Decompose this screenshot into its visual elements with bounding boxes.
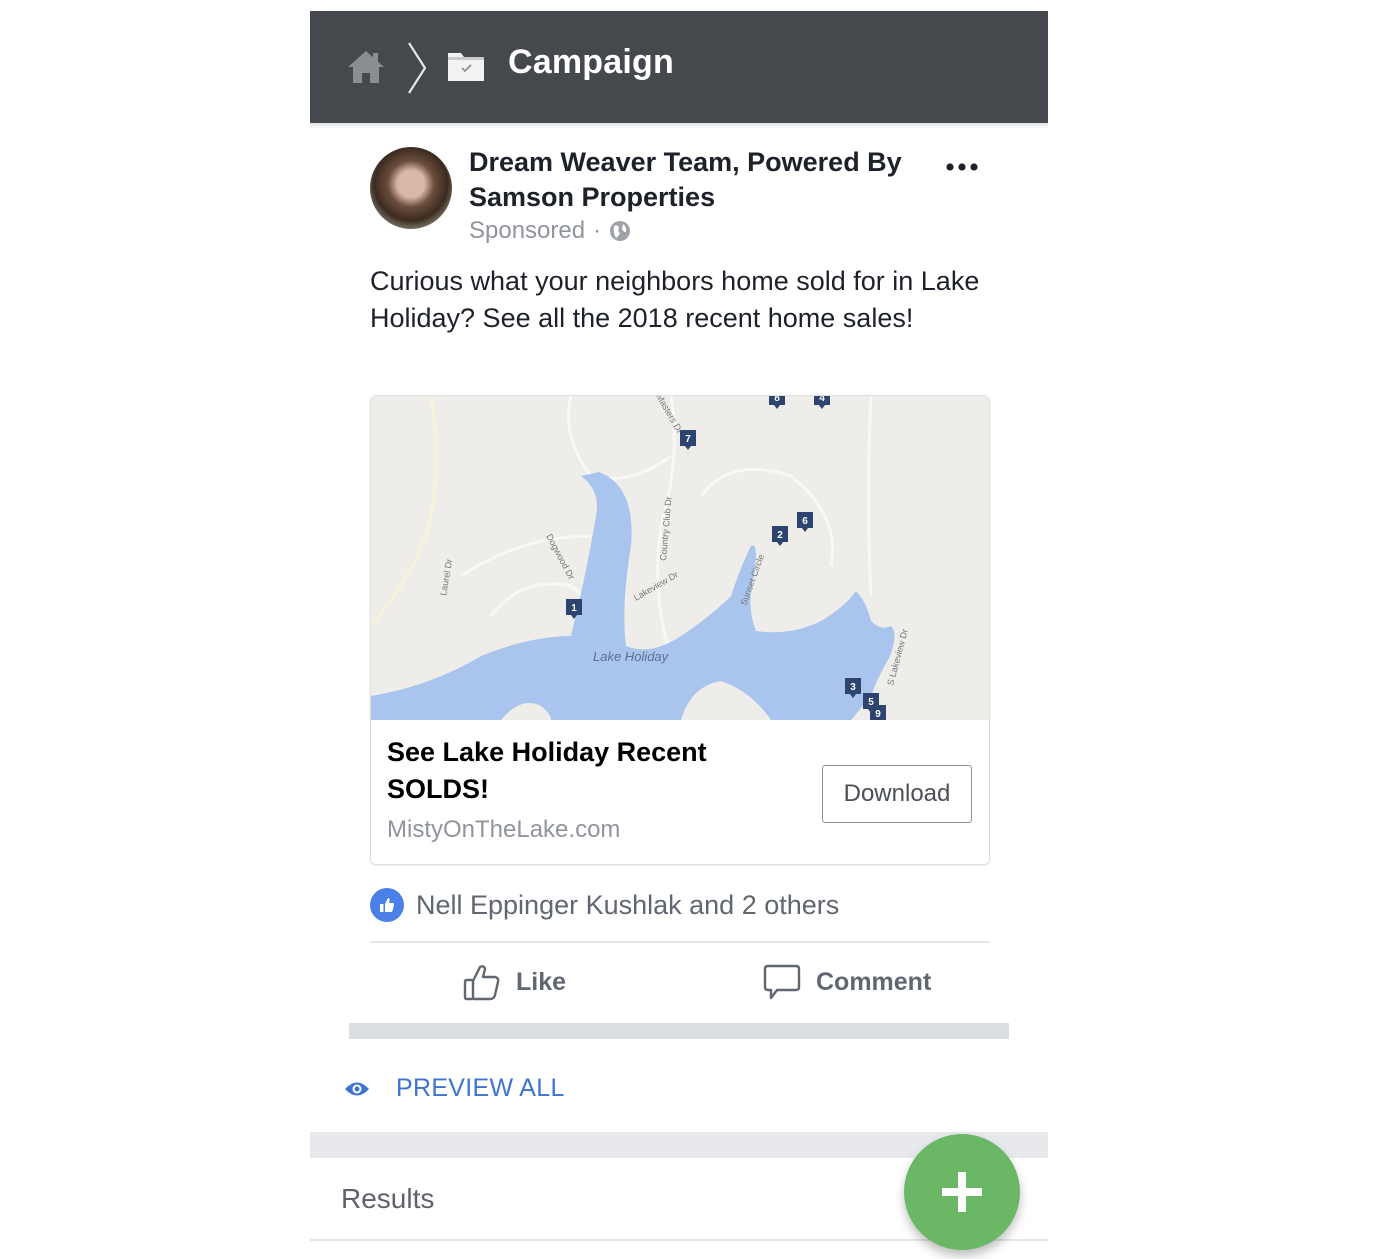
avatar[interactable] — [370, 147, 452, 229]
map-marker-label: 8 — [774, 396, 780, 404]
globe-icon — [610, 221, 631, 241]
post-author[interactable]: Dream Weaver Team, Powered By Samson Pro… — [469, 145, 929, 215]
eye-icon — [345, 1082, 369, 1095]
plus-icon — [942, 1172, 982, 1212]
reactions-text: Nell Eppinger Kushlak and 2 others — [416, 889, 840, 920]
map-image: Laurel Dr Dogwood Dr Country Club Dr Lak… — [371, 396, 989, 720]
map-marker-label: 2 — [777, 530, 783, 541]
sponsored-row: Sponsored · — [469, 217, 631, 245]
sponsored-label: Sponsored — [469, 217, 586, 244]
post-body-text: Curious what your neighbors home sold fo… — [370, 266, 980, 333]
map-marker-label: 4 — [819, 396, 825, 404]
comment-label: Comment — [816, 967, 932, 996]
divider — [370, 941, 990, 943]
top-bar: Campaign — [310, 11, 1048, 123]
topbar-shadow — [310, 123, 1048, 129]
reactions-row[interactable]: Nell Eppinger Kushlak and 2 others — [370, 885, 990, 925]
preview-all-label: PREVIEW ALL — [396, 1074, 565, 1102]
card-headline[interactable]: See Lake Holiday Recent SOLDS! — [387, 734, 747, 808]
download-button[interactable]: Download — [822, 765, 972, 823]
map-marker-label: 3 — [850, 682, 856, 693]
card-domain: MistyOnTheLake.com — [387, 816, 621, 843]
page-title: Campaign — [508, 43, 674, 81]
comment-button[interactable]: Comment — [762, 959, 931, 1005]
separator-dot: · — [593, 217, 602, 244]
card-info: See Lake Holiday Recent SOLDS! MistyOnTh… — [371, 720, 989, 864]
thumbs-up-badge-icon — [370, 888, 404, 922]
map-marker: 9 — [870, 705, 886, 720]
post-bottom-band — [349, 1023, 1009, 1039]
map-marker-label: 9 — [875, 709, 881, 720]
app-screen: Campaign Dream Weaver Team, Powered By S… — [310, 11, 1048, 1259]
home-icon[interactable] — [346, 49, 386, 85]
preview-all-button[interactable]: PREVIEW ALL — [344, 1074, 565, 1103]
link-card[interactable]: Laurel Dr Dogwood Dr Country Club Dr Lak… — [370, 395, 990, 865]
folder-check-icon — [448, 53, 484, 81]
map-svg: Laurel Dr Dogwood Dr Country Club Dr Lak… — [371, 396, 989, 720]
map-marker-label: 6 — [802, 516, 808, 527]
thumbs-up-icon — [463, 965, 500, 1001]
map-marker-label: 1 — [571, 603, 577, 614]
chevron-right-icon — [408, 42, 427, 94]
map-marker-label: 7 — [685, 434, 691, 445]
like-button[interactable]: Like — [462, 959, 566, 1005]
lake-label: Lake Holiday — [593, 649, 670, 664]
add-fab-button[interactable] — [904, 1134, 1020, 1250]
more-horizontal-icon[interactable] — [944, 157, 984, 177]
like-label: Like — [516, 967, 567, 996]
comment-bubble-icon — [763, 964, 801, 1000]
results-heading[interactable]: Results — [341, 1183, 434, 1215]
